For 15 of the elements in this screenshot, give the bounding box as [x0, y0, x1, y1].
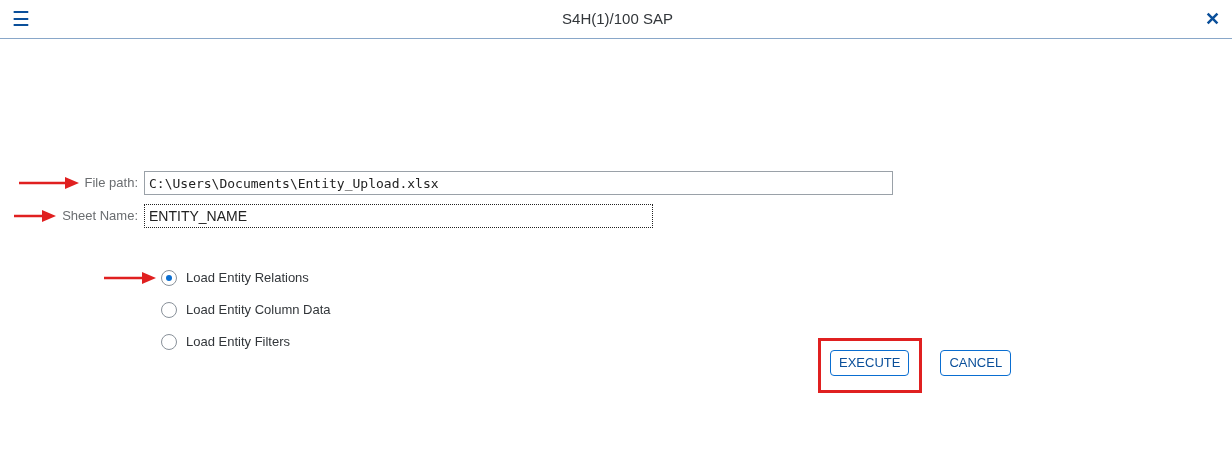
field-label: Sheet Name: [62, 207, 138, 226]
option-label[interactable]: Load Entity Column Data [186, 300, 331, 320]
radio-button[interactable] [161, 334, 177, 350]
option-label[interactable]: Load Entity Filters [186, 332, 291, 352]
menu-icon[interactable]: ☰ [12, 9, 30, 29]
window-title: S4H(1)/100 SAP [562, 8, 673, 29]
input-field[interactable]: ENTITY_NAME [144, 204, 653, 228]
action-button[interactable]: CANCEL [940, 350, 1012, 376]
option-label[interactable]: Load Entity Relations [186, 268, 309, 288]
radio-button[interactable] [161, 302, 177, 318]
action-button[interactable]: EXECUTE [830, 350, 910, 376]
input-field[interactable]: C:\Users\Documents\Entity_Upload.xlsx [144, 171, 893, 195]
close-icon[interactable]: ✕ [1205, 10, 1220, 28]
field-label: File path: [84, 174, 138, 193]
radio-button[interactable] [161, 270, 177, 286]
